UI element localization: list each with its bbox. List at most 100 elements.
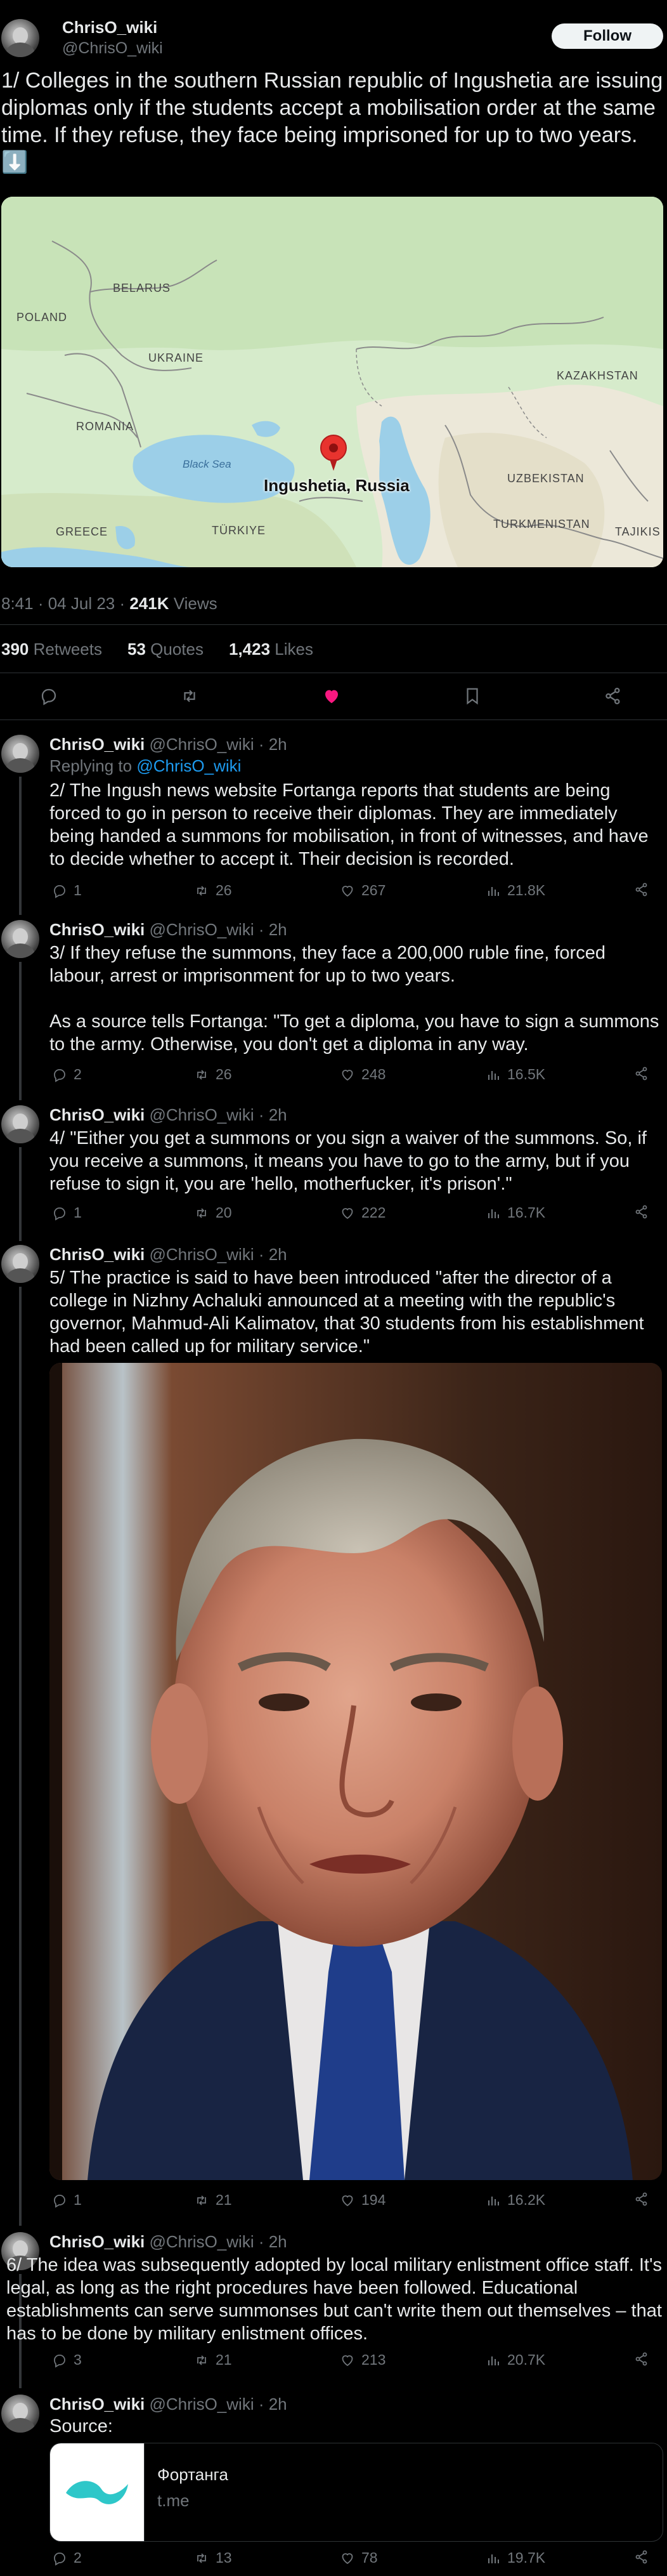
retweet-button[interactable]: 26: [194, 1066, 232, 1083]
reply-icon: [54, 2194, 65, 2208]
reply-meta[interactable]: @ChrisO_wiki · 2h: [150, 1105, 287, 1124]
bookmark-icon[interactable]: [463, 687, 482, 706]
reply-meta[interactable]: @ChrisO_wiki · 2h: [150, 735, 287, 754]
map-label-black-sea: Black Sea: [183, 458, 231, 470]
like-button[interactable]: 248: [340, 1066, 385, 1083]
tweet-timestamp[interactable]: 8:41 · 04 Jul 23 ·: [1, 594, 129, 613]
reply-button[interactable]: 1: [52, 882, 82, 899]
like-button[interactable]: 267: [340, 882, 385, 899]
reply-avatar[interactable]: [1, 1105, 39, 1143]
reply-header: ChrisO_wiki @ChrisO_wiki · 2h: [49, 2395, 287, 2414]
views-icon: [488, 2554, 499, 2563]
reply-header: ChrisO_wiki @ChrisO_wiki · 2h: [49, 1105, 287, 1125]
reply-avatar[interactable]: [1, 2395, 39, 2433]
tweet-photo-portrait[interactable]: [49, 1363, 662, 2180]
retweet-button[interactable]: 21: [194, 2351, 232, 2369]
map-label-tajikistan: TAJIKIS: [615, 525, 661, 538]
link-preview-card[interactable]: Фортанга t.me: [49, 2443, 663, 2542]
share-icon: [635, 1205, 647, 1219]
retweet-icon: [197, 1207, 206, 1218]
reply-action-bar: 2 26 248 16.5K: [49, 1066, 663, 1085]
like-icon: [342, 2195, 353, 2206]
tweet-map-image[interactable]: BELARUS POLAND UKRAINE ROMANIA Black Sea…: [1, 197, 663, 567]
views-button[interactable]: 16.7K: [486, 1204, 545, 1221]
reply-button[interactable]: 3: [52, 2351, 82, 2369]
share-button[interactable]: [634, 2192, 649, 2207]
quotes-stat[interactable]: 53 Quotes: [127, 640, 204, 659]
reply-display-name[interactable]: ChrisO_wiki: [49, 920, 145, 939]
reply-header: ChrisO_wiki @ChrisO_wiki · 2h: [49, 2232, 287, 2252]
map-label-kazakhstan: KAZAKHSTAN: [557, 369, 638, 382]
reply-text-paragraph-2: As a source tells Fortanga: "To get a di…: [49, 1011, 659, 1055]
reply-icon: [54, 884, 65, 898]
reply-avatar[interactable]: [1, 920, 39, 958]
retweet-icon[interactable]: [180, 687, 199, 706]
share-icon: [635, 883, 647, 897]
reply-text: 4/ "Either you get a summons or you sign…: [49, 1128, 647, 1194]
retweets-stat[interactable]: 390 Retweets: [1, 640, 102, 659]
share-icon[interactable]: [604, 687, 623, 706]
like-button[interactable]: 78: [340, 2549, 378, 2566]
share-icon: [635, 1067, 647, 1081]
map-label-turkmenistan: TURKMENISTAN: [493, 518, 590, 530]
reply-meta[interactable]: @ChrisO_wiki · 2h: [150, 2395, 287, 2414]
views-count: 241K: [129, 594, 169, 613]
portrait-graphic: [49, 1363, 662, 2180]
follow-button[interactable]: Follow: [552, 23, 663, 49]
reply-meta[interactable]: @ChrisO_wiki · 2h: [150, 920, 287, 939]
thread-line: [19, 777, 22, 915]
views-icon: [488, 886, 499, 896]
main-handle[interactable]: @ChrisO_wiki: [62, 39, 163, 58]
retweet-button[interactable]: 13: [194, 2549, 232, 2566]
like-button[interactable]: 222: [340, 1204, 385, 1221]
main-display-name[interactable]: ChrisO_wiki: [62, 18, 157, 37]
like-button[interactable]: 194: [340, 2192, 385, 2209]
like-button[interactable]: 213: [340, 2351, 385, 2369]
like-icon: [342, 1207, 353, 1219]
retweet-button[interactable]: 26: [194, 882, 232, 899]
divider: [0, 624, 667, 625]
reply-avatar[interactable]: [1, 1245, 39, 1283]
reply-icon[interactable]: [39, 687, 58, 706]
views-button[interactable]: 21.8K: [486, 882, 545, 899]
reply-display-name[interactable]: ChrisO_wiki: [49, 1245, 145, 1264]
link-card-title: Фортанга: [157, 2465, 228, 2484]
reply-display-name[interactable]: ChrisO_wiki: [49, 735, 145, 754]
views-button[interactable]: 19.7K: [486, 2549, 545, 2566]
share-button[interactable]: [634, 2351, 649, 2367]
reply-icon: [54, 1207, 65, 1221]
views-button[interactable]: 16.5K: [486, 1066, 545, 1083]
retweet-icon: [197, 1069, 206, 1080]
like-icon: [342, 885, 353, 897]
reply-header: ChrisO_wiki @ChrisO_wiki · 2h: [49, 1245, 287, 1265]
reply-action-bar: 1 26 267 21.8K: [49, 882, 663, 901]
replying-handle-link[interactable]: @ChrisO_wiki: [136, 756, 241, 775]
like-icon[interactable]: [322, 687, 341, 706]
reply-action-bar: 1 21 194 16.2K: [49, 2192, 663, 2211]
reply-display-name[interactable]: ChrisO_wiki: [49, 2232, 145, 2251]
main-action-bar: [0, 684, 667, 709]
views-button[interactable]: 20.7K: [486, 2351, 545, 2369]
reply-button[interactable]: 1: [52, 1204, 82, 1221]
share-button[interactable]: [634, 2549, 649, 2565]
retweet-button[interactable]: 21: [194, 2192, 232, 2209]
reply-button[interactable]: 1: [52, 2192, 82, 2209]
main-avatar[interactable]: [1, 19, 39, 57]
reply-text: 3/ If they refuse the summons, they face…: [49, 943, 605, 986]
reply-display-name[interactable]: ChrisO_wiki: [49, 1105, 145, 1124]
retweet-button[interactable]: 20: [194, 1204, 232, 1221]
main-tweet-text: 1/ Colleges in the southern Russian repu…: [1, 69, 663, 174]
reply-meta[interactable]: @ChrisO_wiki · 2h: [150, 2232, 287, 2251]
reply-button[interactable]: 2: [52, 1066, 82, 1083]
share-button[interactable]: [634, 1204, 649, 1219]
reply-button[interactable]: 2: [52, 2549, 82, 2566]
views-button[interactable]: 16.2K: [486, 2192, 545, 2209]
reply-header: ChrisO_wiki @ChrisO_wiki · 2h: [49, 735, 287, 754]
reply-display-name[interactable]: ChrisO_wiki: [49, 2395, 145, 2414]
share-button[interactable]: [634, 1066, 649, 1081]
likes-stat[interactable]: 1,423 Likes: [229, 640, 313, 659]
share-button[interactable]: [634, 882, 649, 897]
reply-meta[interactable]: @ChrisO_wiki · 2h: [150, 1245, 287, 1264]
reply-text: 5/ The practice is said to have been int…: [49, 1268, 644, 1357]
reply-avatar[interactable]: [1, 735, 39, 773]
